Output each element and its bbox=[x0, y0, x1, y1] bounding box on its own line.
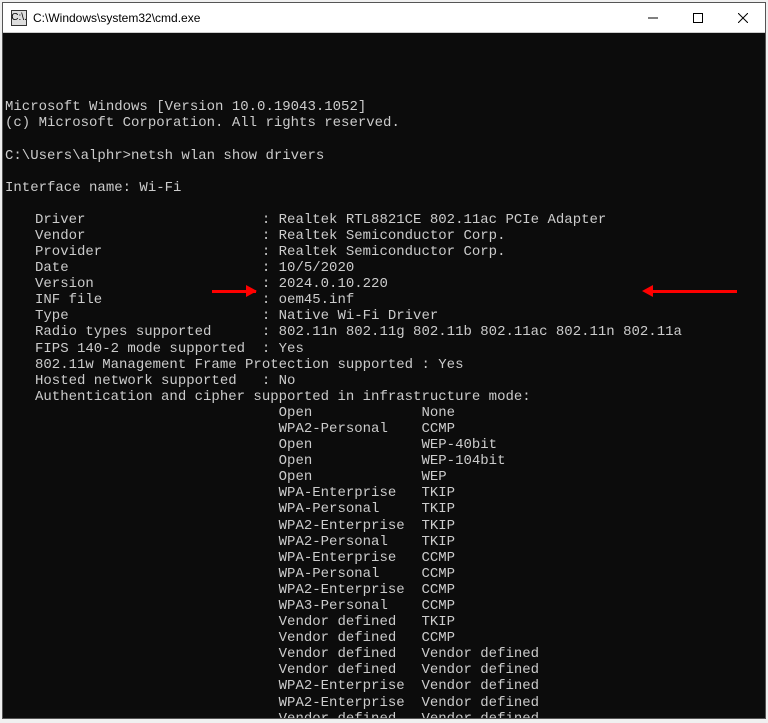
window-controls bbox=[630, 3, 765, 32]
maximize-button[interactable] bbox=[675, 3, 720, 32]
terminal-output[interactable]: Microsoft Windows [Version 10.0.19043.10… bbox=[3, 33, 765, 718]
terminal-line bbox=[5, 196, 765, 212]
terminal-line: WPA-Personal TKIP bbox=[5, 501, 765, 517]
terminal-line: 802.11w Management Frame Protection supp… bbox=[5, 357, 765, 373]
titlebar[interactable]: C:\. C:\Windows\system32\cmd.exe bbox=[3, 3, 765, 33]
terminal-line: Interface name: Wi-Fi bbox=[5, 180, 765, 196]
terminal-line: Hosted network supported : No bbox=[5, 373, 765, 389]
annotation-arrow-left-icon bbox=[202, 285, 252, 349]
terminal-line: Vendor defined Vendor defined bbox=[5, 662, 765, 678]
terminal-line: WPA3-Personal CCMP bbox=[5, 598, 765, 614]
terminal-line: WPA2-Personal CCMP bbox=[5, 421, 765, 437]
terminal-line: WPA2-Enterprise CCMP bbox=[5, 582, 765, 598]
terminal-line: Open WEP-40bit bbox=[5, 437, 765, 453]
close-button[interactable] bbox=[720, 3, 765, 32]
terminal-line: WPA2-Enterprise TKIP bbox=[5, 518, 765, 534]
terminal-line: Driver : Realtek RTL8821CE 802.11ac PCIe… bbox=[5, 212, 765, 228]
terminal-line: WPA2-Enterprise Vendor defined bbox=[5, 695, 765, 711]
cmd-window: C:\. C:\Windows\system32\cmd.exe Microso… bbox=[2, 2, 766, 719]
terminal-line bbox=[5, 132, 765, 148]
terminal-line: Date : 10/5/2020 bbox=[5, 260, 765, 276]
terminal-line: Open WEP-104bit bbox=[5, 453, 765, 469]
terminal-line: WPA-Enterprise TKIP bbox=[5, 485, 765, 501]
terminal-line: Provider : Realtek Semiconductor Corp. bbox=[5, 244, 765, 260]
terminal-line: WPA-Personal CCMP bbox=[5, 566, 765, 582]
terminal-line: Vendor : Realtek Semiconductor Corp. bbox=[5, 228, 765, 244]
terminal-line: Vendor defined Vendor defined bbox=[5, 711, 765, 718]
terminal-line: Authentication and cipher supported in i… bbox=[5, 389, 765, 405]
terminal-line bbox=[5, 164, 765, 180]
terminal-line: (c) Microsoft Corporation. All rights re… bbox=[5, 115, 765, 131]
terminal-line: WPA2-Personal TKIP bbox=[5, 534, 765, 550]
terminal-line: Open None bbox=[5, 405, 765, 421]
annotation-arrow-right-icon bbox=[642, 285, 692, 349]
terminal-line: C:\Users\alphr>netsh wlan show drivers bbox=[5, 148, 765, 164]
terminal-line: Open WEP bbox=[5, 469, 765, 485]
terminal-line: WPA2-Enterprise Vendor defined bbox=[5, 678, 765, 694]
terminal-line: Vendor defined TKIP bbox=[5, 614, 765, 630]
terminal-line: Vendor defined Vendor defined bbox=[5, 646, 765, 662]
minimize-button[interactable] bbox=[630, 3, 675, 32]
terminal-line: WPA-Enterprise CCMP bbox=[5, 550, 765, 566]
terminal-line: Microsoft Windows [Version 10.0.19043.10… bbox=[5, 99, 765, 115]
terminal-line: Vendor defined CCMP bbox=[5, 630, 765, 646]
cmd-icon: C:\. bbox=[11, 10, 27, 26]
window-title: C:\Windows\system32\cmd.exe bbox=[33, 11, 630, 25]
